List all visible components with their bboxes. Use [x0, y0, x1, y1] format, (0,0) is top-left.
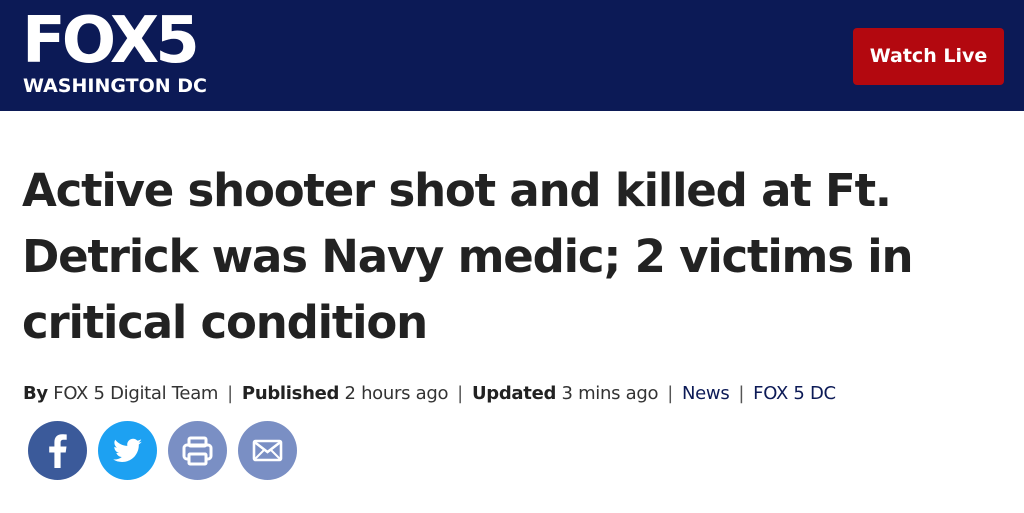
published-label: Published: [241, 383, 340, 404]
updated-label: Updated: [471, 383, 557, 404]
logo-subtitle: WASHINGTON DC: [23, 75, 207, 97]
watch-live-button[interactable]: Watch Live: [853, 28, 1004, 85]
article-headline: Active shooter shot and killed at Ft. De…: [22, 164, 914, 349]
byline-separator: |: [738, 383, 745, 404]
by-label: By: [23, 383, 48, 404]
byline-separator: |: [457, 383, 463, 404]
email-share-button[interactable]: [238, 421, 297, 480]
print-icon: [168, 421, 227, 480]
logo-wordmark: FOX5: [22, 4, 200, 78]
facebook-icon: [28, 421, 87, 480]
station-link[interactable]: FOX 5 DC: [753, 383, 836, 404]
fox5-logo[interactable]: FOX5 WASHINGTON DC: [22, 4, 232, 100]
article-byline: By FOX 5 Digital Team | Published 2 hours …: [23, 378, 1013, 410]
twitter-icon: [98, 421, 157, 480]
byline-separator: |: [227, 383, 233, 404]
author-name: FOX 5 Digital Team: [53, 383, 219, 404]
byline-separator: |: [667, 383, 673, 404]
site-header: FOX5 WASHINGTON DC Watch Live: [0, 0, 1024, 111]
email-icon: [238, 421, 297, 480]
category-link[interactable]: News: [682, 383, 730, 404]
updated-time: 3 mins ago: [561, 383, 659, 404]
print-button[interactable]: [168, 421, 227, 480]
facebook-share-button[interactable]: [28, 421, 87, 480]
published-time: 2 hours ago: [344, 383, 449, 404]
twitter-share-button[interactable]: [98, 421, 157, 480]
